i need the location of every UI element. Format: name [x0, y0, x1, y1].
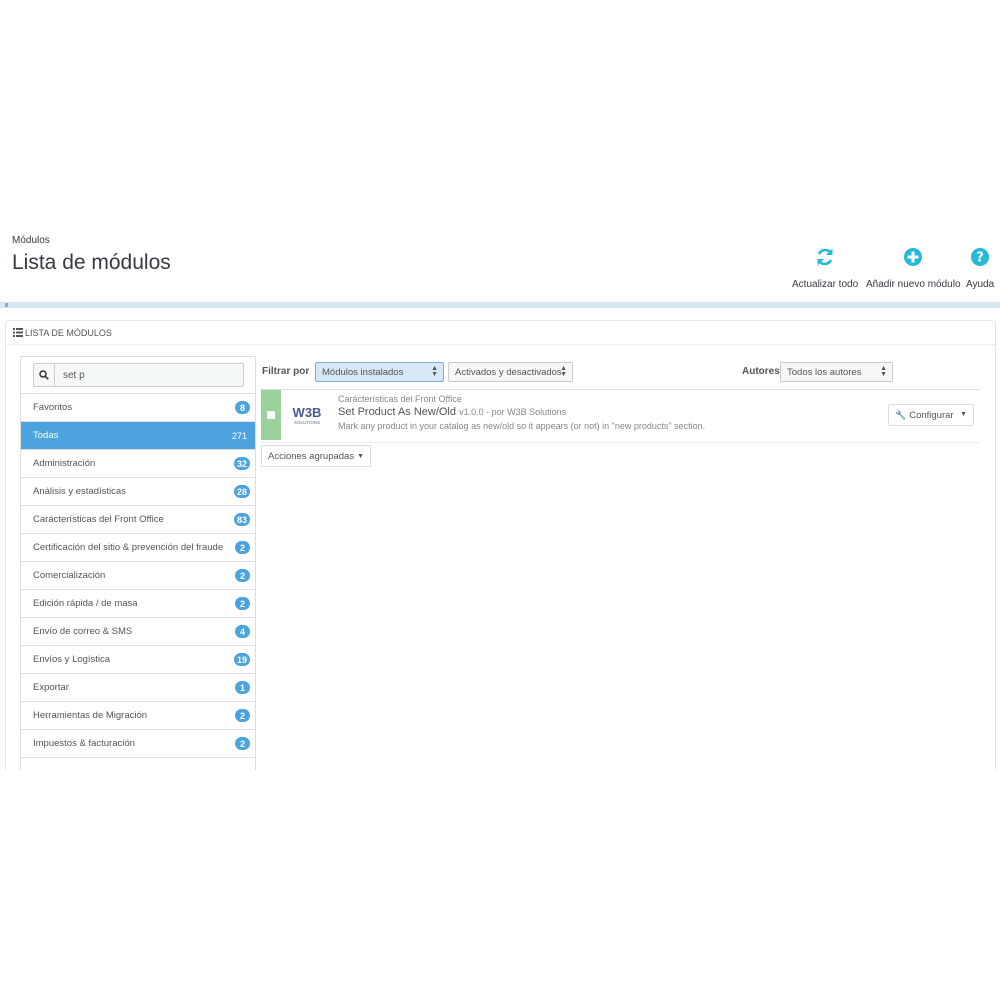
module-title: Set Product As New/Old v1.0.0 - por W3B … [338, 406, 566, 418]
module-checkbox[interactable] [267, 411, 275, 419]
category-count-badge: 271 [231, 430, 247, 441]
category-item[interactable]: Herramientas de Migración 2 [21, 702, 255, 730]
list-icon [13, 328, 23, 337]
category-item[interactable]: Exportar 1 [21, 674, 255, 702]
category-count-badge: 28 [233, 485, 250, 498]
help-button[interactable]: ? Ayuda [966, 247, 994, 290]
category-label: Envío de correo & SMS [33, 626, 133, 637]
select-arrows-icon: ▲ ▼ [431, 365, 438, 378]
add-circle-icon [904, 248, 923, 266]
category-item[interactable]: Envío de correo & SMS 4 [21, 618, 255, 646]
category-count-badge: 2 [235, 597, 250, 610]
category-label: Herramientas de Migración [33, 710, 148, 721]
module-row: W3B SOLUTIONS Carácterísticas del Front … [261, 389, 979, 443]
category-label: Impuestos & facturación [33, 738, 135, 749]
category-item[interactable]: Análisis y estadísticas 28 [21, 478, 255, 506]
page-title: Lista de módulos [12, 251, 171, 274]
module-description: Mark any product in your catalog as new/… [338, 421, 706, 431]
module-name: Set Product As New/Old [338, 406, 456, 418]
category-label: Comercialización [33, 570, 106, 581]
status-filter-select[interactable]: Activados y desactivados ▲ ▼ [448, 362, 573, 382]
module-status-bar [261, 390, 281, 440]
search-icon[interactable] [34, 364, 55, 386]
category-count-badge: 2 [235, 737, 250, 750]
category-label: Edición rápida / de masa [33, 598, 138, 609]
search-area [21, 357, 255, 394]
svg-text:?: ? [976, 251, 984, 266]
category-label: Análisis y estadísticas [33, 486, 126, 497]
header-separator [0, 302, 1000, 308]
search-box [33, 363, 244, 387]
svg-text:W3B: W3B [293, 405, 322, 420]
category-item[interactable]: Edición rápida / de masa 2 [21, 590, 255, 618]
category-count-badge: 83 [233, 513, 250, 526]
category-count-badge: 8 [235, 401, 250, 414]
category-count-badge: 2 [235, 569, 250, 582]
category-item[interactable]: Comercialización 2 [21, 562, 255, 590]
help-label: Ayuda [966, 279, 995, 290]
refresh-icon [817, 248, 833, 266]
category-count-badge: 1 [235, 681, 250, 694]
bulk-actions-button[interactable]: Acciones agrupadas ▼ [261, 445, 372, 467]
breadcrumb[interactable]: Módulos [12, 235, 50, 246]
status-filter-value: Activados y desactivados [455, 366, 562, 378]
category-label: Certificación del sitio & prevención del… [33, 542, 224, 553]
modules-panel: LISTA DE MÓDULOS Favoritos 8 Todas 271 Admin… [5, 320, 996, 770]
configure-label: Configurar [909, 409, 954, 421]
installed-filter-select[interactable]: Módulos instalados ▲ ▼ [315, 362, 444, 382]
caret-down-icon[interactable]: ▼ [960, 411, 967, 418]
filter-label: Filtrar por [262, 366, 310, 377]
search-input[interactable] [55, 368, 235, 382]
authors-filter-select[interactable]: Todos los autores ▲ ▼ [780, 362, 893, 382]
category-label: Exportar [33, 682, 69, 693]
add-module-label: Añadir nuevo módulo [866, 279, 961, 290]
category-label: Administración [33, 458, 96, 469]
configure-button[interactable]: 🔧 Configurar ▼ [888, 404, 974, 426]
category-label: Favoritos [33, 402, 73, 413]
bulk-actions-label: Acciones agrupadas [268, 450, 355, 462]
category-list: Favoritos 8 Todas 271 Administración 32 Anális… [21, 394, 255, 758]
category-count-badge: 32 [233, 457, 250, 470]
category-count-badge: 2 [235, 541, 250, 554]
panel-heading: LISTA DE MÓDULOS [6, 321, 995, 345]
w3b-logo: W3B SOLUTIONS [293, 405, 322, 425]
select-arrows-icon: ▲ ▼ [560, 365, 567, 378]
category-count-badge: 4 [235, 625, 250, 638]
category-item[interactable]: Carácterísticas del Front Office 83 [21, 506, 255, 534]
category-label: Todas [33, 430, 59, 441]
category-item[interactable]: Certificación del sitio & prevención del… [21, 534, 255, 562]
help-icon: ? [971, 248, 990, 266]
svg-text:SOLUTIONS: SOLUTIONS [294, 420, 320, 425]
update-all-button[interactable]: Actualizar todo [792, 247, 858, 290]
category-item[interactable]: Favoritos 8 [21, 394, 255, 422]
add-module-button[interactable]: Añadir nuevo módulo [866, 247, 961, 290]
category-label: Envíos y Logística [33, 654, 111, 665]
category-label: Carácterísticas del Front Office [33, 514, 164, 525]
category-item[interactable]: Envíos y Logística 19 [21, 646, 255, 674]
authors-filter-value: Todos los autores [787, 366, 862, 378]
category-sidebar: Favoritos 8 Todas 271 Administración 32 Anális… [20, 356, 256, 770]
select-arrows-icon: ▲ ▼ [880, 365, 887, 378]
module-list-screen: Módulos Lista de módulos Actualizar todo… [0, 225, 1000, 770]
update-all-label: Actualizar todo [792, 279, 859, 290]
installed-filter-value: Módulos instalados [322, 366, 404, 378]
module-version: v1.0.0 - por W3B Solutions [459, 407, 567, 417]
category-item[interactable]: Administración 32 [21, 450, 255, 478]
category-count-badge: 19 [233, 653, 250, 666]
panel-title: LISTA DE MÓDULOS [25, 327, 112, 338]
category-item[interactable]: Todas 271 [21, 422, 255, 450]
wrench-icon: 🔧 [895, 409, 907, 420]
category-count-badge: 2 [235, 709, 250, 722]
caret-down-icon: ▼ [357, 452, 365, 460]
authors-label: Autores [742, 366, 780, 377]
module-category: Carácterísticas del Front Office [338, 394, 462, 404]
category-item[interactable]: Impuestos & facturación 2 [21, 730, 255, 758]
